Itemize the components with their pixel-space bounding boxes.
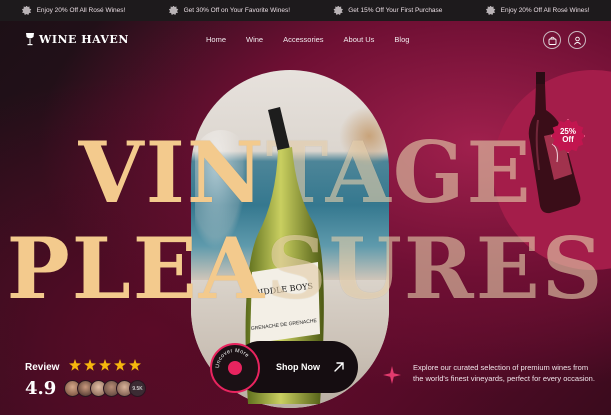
site-header: WINE HAVEN Home Wine Accessories About U… xyxy=(0,21,611,59)
customer-count: 9.5K xyxy=(129,380,146,397)
discount-badge-icon xyxy=(333,5,343,15)
nav-blog[interactable]: Blog xyxy=(394,35,409,44)
hero-title-part: PLEA xyxy=(6,219,266,318)
promo-item: Enjoy 20% Off All Rosé Wines! xyxy=(485,5,590,16)
star-icon xyxy=(114,359,126,371)
promo-bar: Enjoy 20% Off All Rosé Wines! Get 30% Of… xyxy=(0,0,611,21)
wine-glass-icon xyxy=(26,33,34,46)
discount-badge-icon xyxy=(485,5,496,15)
account-button[interactable] xyxy=(568,31,586,49)
promo-text: Enjoy 20% Off All Rosé Wines! xyxy=(500,7,590,14)
promo-item: Enjoy 20% Off All Rosé Wines! xyxy=(21,5,126,16)
nav-home[interactable]: Home xyxy=(206,35,226,44)
discount-badge-icon xyxy=(21,5,32,15)
shopping-bag-icon xyxy=(548,36,556,45)
main-nav: Home Wine Accessories About Us Blog xyxy=(206,35,409,44)
nav-about-us[interactable]: About Us xyxy=(344,35,375,44)
hero-description: Explore our curated selection of premium… xyxy=(413,363,595,383)
rating-value: 4.9 xyxy=(25,378,57,399)
promo-text: Enjoy 20% Off All Rosé Wines! xyxy=(36,7,126,14)
hero-title-part: SURES xyxy=(266,219,605,318)
discount-badge-icon xyxy=(168,5,179,15)
page-background: Enjoy 20% Off All Rosé Wines! Get 30% Of… xyxy=(0,0,611,415)
cart-button[interactable] xyxy=(543,31,561,49)
promo-text: Get 30% Off on Your Favorite Wines! xyxy=(183,7,291,14)
uncover-dot xyxy=(228,361,242,375)
nav-wine[interactable]: Wine xyxy=(246,35,263,44)
customer-avatars: 9.5K xyxy=(64,380,146,397)
promo-text: Get 15% Off Your First Purchase xyxy=(348,7,443,14)
logo[interactable]: WINE HAVEN xyxy=(25,32,129,46)
promo-item: Get 30% Off on Your Favorite Wines! xyxy=(168,5,291,16)
promo-item: Get 15% Off Your First Purchase xyxy=(333,5,443,16)
review-label: Review xyxy=(25,362,60,373)
arrow-up-right-icon xyxy=(334,362,344,372)
hero-title-line2: PLEASURES xyxy=(0,224,611,314)
star-rating xyxy=(69,359,141,371)
star-icon xyxy=(129,359,141,371)
shop-now-label: Shop Now xyxy=(276,362,320,372)
star-icon xyxy=(69,359,81,371)
uncover-more-badge[interactable]: Uncover More xyxy=(210,343,260,393)
user-icon xyxy=(573,36,581,45)
logo-text: WINE HAVEN xyxy=(39,32,129,46)
star-icon xyxy=(99,359,111,371)
star-icon xyxy=(84,359,96,371)
nav-accessories[interactable]: Accessories xyxy=(283,35,323,44)
